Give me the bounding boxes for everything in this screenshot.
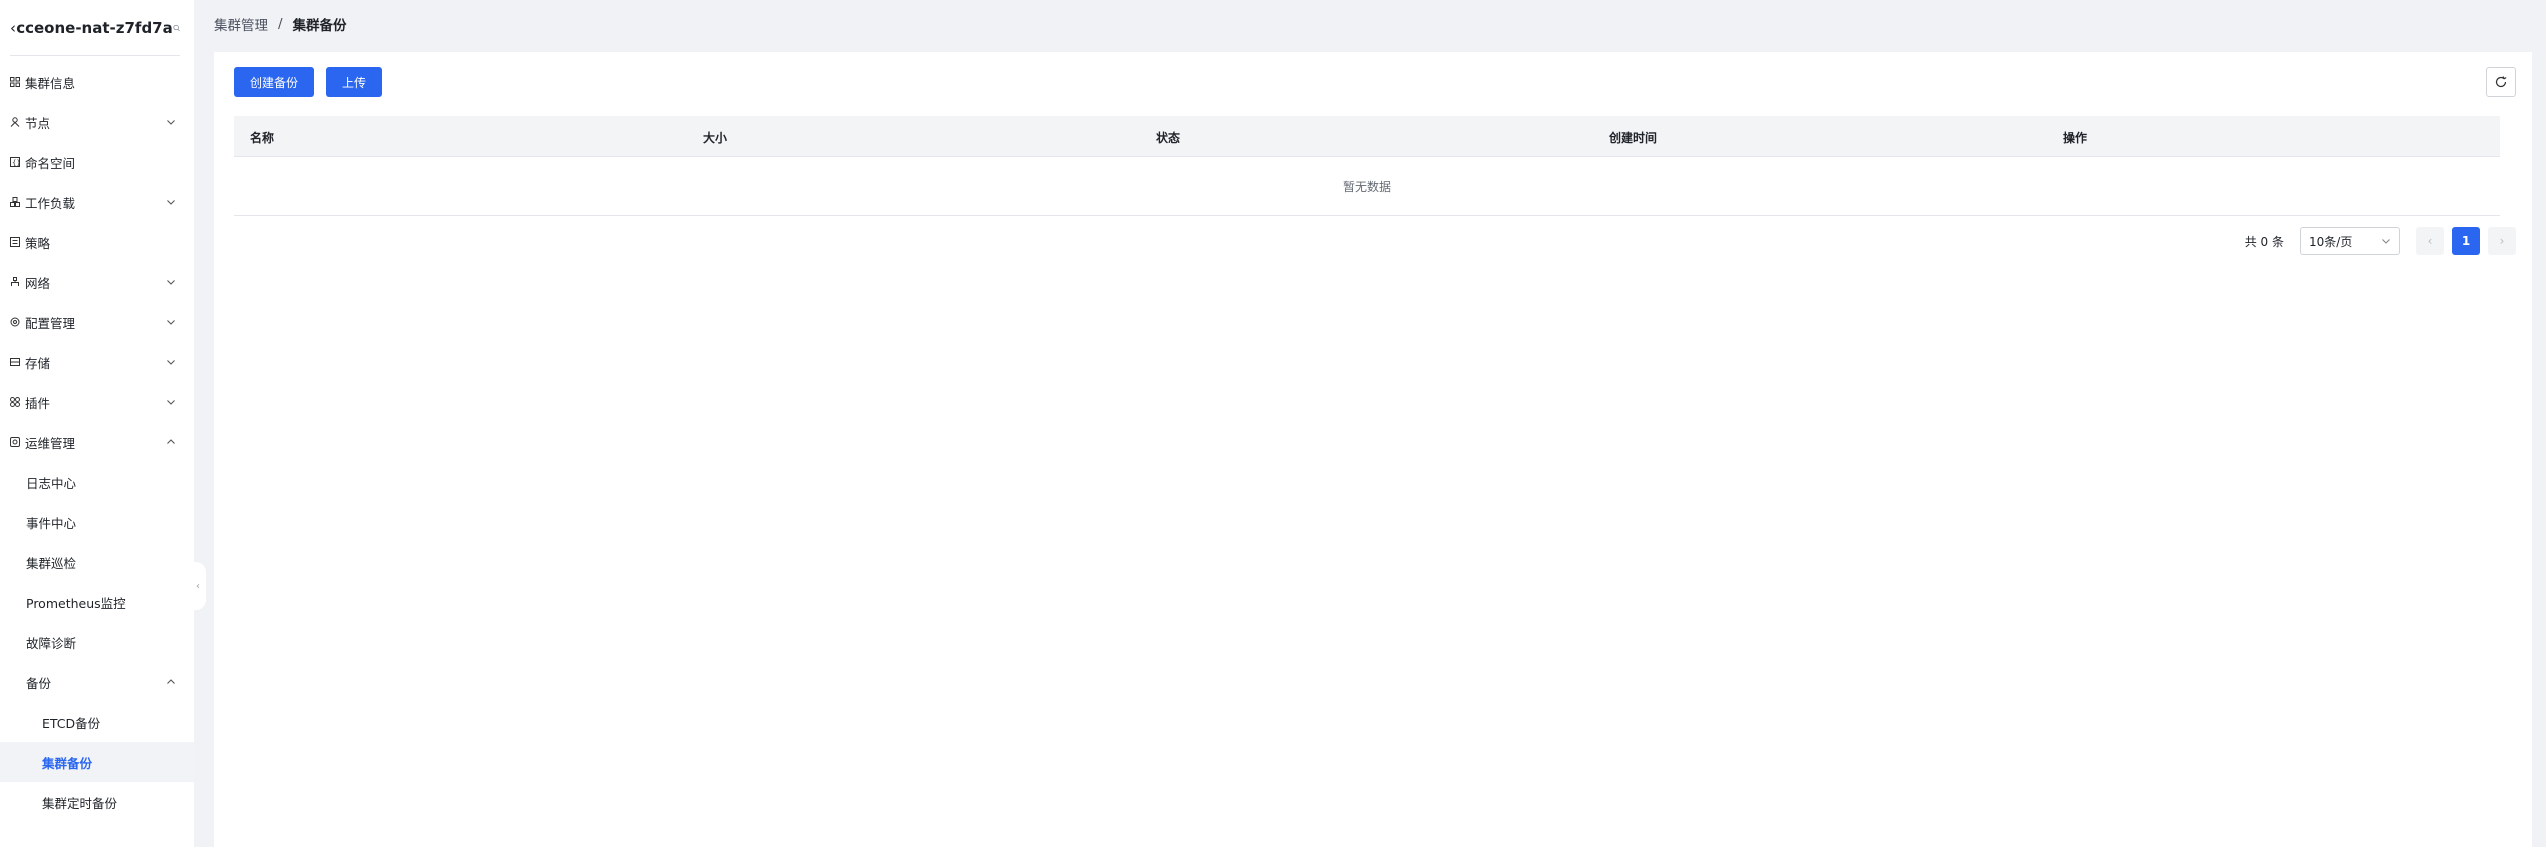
sidebar-item-label: 命名空间 bbox=[25, 155, 76, 171]
chevron-down-icon bbox=[167, 320, 175, 325]
sidebar-item-label: 故障诊断 bbox=[26, 635, 77, 651]
chevron-left-icon: ‹ bbox=[196, 580, 200, 592]
plugin-icon bbox=[10, 397, 20, 407]
chevron-down-icon bbox=[167, 280, 175, 285]
storage-icon bbox=[10, 358, 20, 366]
column-header-name: 名称 bbox=[250, 131, 275, 145]
sidebar-item-label: 工作负载 bbox=[25, 195, 76, 211]
sidebar-item-etcd-backup[interactable]: ETCD备份 bbox=[0, 702, 194, 742]
sidebar-item-label: 日志中心 bbox=[26, 475, 77, 491]
sidebar-item-storage[interactable]: 存储 bbox=[0, 342, 194, 382]
content-card: 创建备份 上传 名称 大小 状态 创建时间 操作 暂无数据 共 0 条 10条/… bbox=[214, 52, 2532, 847]
empty-state: 暂无数据 bbox=[234, 157, 2500, 216]
cluster-header: ‹ cceone-nat-z7fd7a bbox=[10, 14, 180, 42]
sidebar-item-label: 策略 bbox=[25, 235, 51, 251]
breadcrumb-current: 集群备份 bbox=[292, 18, 347, 34]
policy-icon bbox=[10, 237, 20, 247]
column-header-actions: 操作 bbox=[2063, 131, 2088, 145]
sidebar-item-label: 运维管理 bbox=[25, 435, 76, 451]
refresh-icon bbox=[2495, 76, 2507, 88]
chevron-down-icon bbox=[167, 400, 175, 405]
network-icon bbox=[11, 277, 19, 286]
sidebar-item-label: ETCD备份 bbox=[42, 715, 101, 731]
sidebar-item-label: 网络 bbox=[25, 275, 51, 291]
sidebar-item-network[interactable]: 网络 bbox=[0, 262, 194, 302]
upload-button[interactable]: 上传 bbox=[326, 67, 382, 97]
sidebar-divider bbox=[10, 55, 180, 56]
sidebar-collapse-handle[interactable]: ‹ bbox=[190, 562, 206, 610]
breadcrumb: 集群管理 / 集群备份 bbox=[214, 14, 347, 34]
grid-icon bbox=[10, 77, 20, 87]
namespace-icon: {} bbox=[10, 157, 20, 167]
ops-icon bbox=[10, 437, 20, 447]
sidebar-item-log-center[interactable]: 日志中心 bbox=[0, 462, 194, 502]
column-header-status: 状态 bbox=[1156, 131, 1181, 145]
sidebar-item-cluster-info[interactable]: 集群信息 bbox=[0, 62, 194, 102]
sidebar-item-event-center[interactable]: 事件中心 bbox=[0, 502, 194, 542]
chevron-down-icon bbox=[167, 200, 175, 205]
sidebar-item-ops[interactable]: 运维管理 bbox=[0, 422, 194, 462]
cluster-name: cceone-nat-z7fd7a bbox=[16, 19, 173, 37]
sidebar-item-namespace[interactable]: {} 命名空间 bbox=[0, 142, 194, 182]
sidebar-item-label: 集群定时备份 bbox=[42, 795, 118, 811]
total-count: 共 0 条 bbox=[2244, 234, 2284, 249]
sidebar-menu: 集群信息 节点 {} 命名空间 工作负载 策略 网络 配置管理 bbox=[0, 62, 194, 822]
sidebar-item-diagnosis[interactable]: 故障诊断 bbox=[0, 622, 194, 662]
sidebar-item-label: 配置管理 bbox=[25, 315, 76, 331]
sidebar-item-config[interactable]: 配置管理 bbox=[0, 302, 194, 342]
refresh-button[interactable] bbox=[2486, 67, 2516, 97]
sidebar-item-workload[interactable]: 工作负载 bbox=[0, 182, 194, 222]
page-size-value: 10条/页 bbox=[2309, 234, 2353, 249]
sidebar-item-label: 节点 bbox=[25, 115, 51, 131]
sidebar-item-cluster-backup[interactable]: 集群备份 bbox=[0, 742, 194, 782]
pagination: 共 0 条 10条/页 ‹ 1 › bbox=[2245, 227, 2516, 255]
sidebar-item-label: 集群信息 bbox=[25, 75, 76, 91]
sidebar-item-policy[interactable]: 策略 bbox=[0, 222, 194, 262]
sidebar-item-label: 备份 bbox=[26, 675, 52, 691]
sidebar-item-label: 存储 bbox=[25, 355, 51, 371]
column-header-size: 大小 bbox=[703, 131, 728, 145]
chevron-down-icon bbox=[167, 120, 175, 125]
backup-table: 名称 大小 状态 创建时间 操作 暂无数据 bbox=[234, 116, 2500, 216]
search-icon[interactable] bbox=[173, 21, 180, 35]
sidebar-item-plugin[interactable]: 插件 bbox=[0, 382, 194, 422]
sidebar-item-label: 事件中心 bbox=[26, 515, 77, 531]
page-number-current[interactable]: 1 bbox=[2452, 227, 2480, 255]
prev-page-button[interactable]: ‹ bbox=[2416, 227, 2444, 255]
sidebar-item-backup[interactable]: 备份 bbox=[0, 662, 194, 702]
sidebar-item-label: 插件 bbox=[25, 395, 51, 411]
sidebar-item-cluster-inspection[interactable]: 集群巡检 bbox=[0, 542, 194, 582]
breadcrumb-parent[interactable]: 集群管理 bbox=[214, 14, 268, 34]
next-page-button[interactable]: › bbox=[2488, 227, 2516, 255]
table-header: 名称 大小 状态 创建时间 操作 bbox=[234, 116, 2500, 157]
create-backup-button[interactable]: 创建备份 bbox=[234, 67, 314, 97]
chevron-down-icon bbox=[167, 360, 175, 365]
column-header-created-time: 创建时间 bbox=[1609, 131, 1658, 145]
chevron-up-icon bbox=[167, 679, 175, 684]
sidebar-item-nodes[interactable]: 节点 bbox=[0, 102, 194, 142]
sidebar-item-label: Prometheus监控 bbox=[26, 595, 126, 611]
workload-icon bbox=[10, 197, 20, 207]
chevron-up-icon bbox=[167, 439, 175, 444]
breadcrumb-separator: / bbox=[278, 16, 283, 32]
sidebar-item-prometheus[interactable]: Prometheus监控 bbox=[0, 582, 194, 622]
sidebar: ‹ cceone-nat-z7fd7a 集群信息 节点 {} 命名空间 工作负载 bbox=[0, 0, 194, 847]
chevron-right-icon: › bbox=[2499, 234, 2505, 248]
node-icon bbox=[10, 117, 20, 127]
page-size-select[interactable]: 10条/页 bbox=[2300, 227, 2400, 255]
chevron-down-icon bbox=[2382, 239, 2390, 244]
sidebar-item-scheduled-backup[interactable]: 集群定时备份 bbox=[0, 782, 194, 822]
config-icon bbox=[10, 317, 20, 327]
sidebar-item-label: 集群巡检 bbox=[26, 555, 77, 571]
svg-text:{}: {} bbox=[12, 159, 20, 167]
sidebar-item-label: 集群备份 bbox=[42, 755, 93, 771]
chevron-left-icon: ‹ bbox=[2427, 234, 2433, 248]
